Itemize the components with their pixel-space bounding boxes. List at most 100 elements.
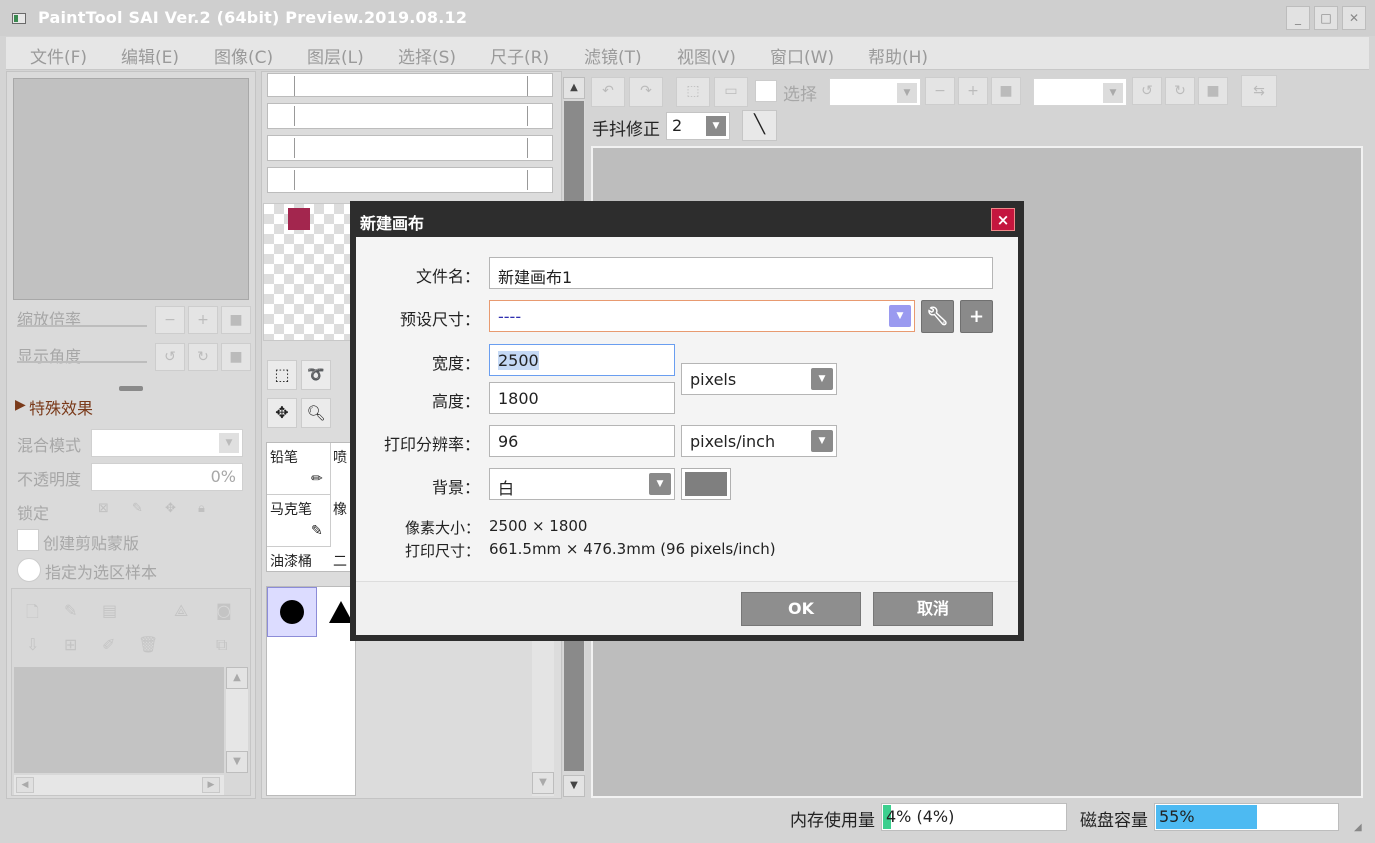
panel-scroll-up-icon[interactable]: ▲ <box>563 77 585 99</box>
transfer-down-icon[interactable]: ⇩ <box>26 635 39 654</box>
preset-select[interactable]: ---- ▼ <box>489 300 915 332</box>
new-layer-icon[interactable]: 🗋 <box>26 601 39 628</box>
undo-button[interactable]: ↶ <box>591 77 625 107</box>
rotate-right-button[interactable]: ↻ <box>188 343 218 371</box>
width-input[interactable]: 2500 <box>489 344 675 376</box>
minimize-button[interactable]: _ <box>1286 6 1310 30</box>
cancel-button[interactable]: 取消 <box>873 592 993 626</box>
expand-arrow-icon[interactable]: ▶ <box>15 397 26 413</box>
navigator-preview[interactable] <box>13 78 249 300</box>
toolbar-zoom-reset-button[interactable]: ■ <box>991 77 1021 105</box>
zoom-select[interactable]: ▼ <box>829 78 921 106</box>
rotate-reset-button[interactable]: ■ <box>221 343 251 371</box>
menu-image[interactable]: 图像(C) <box>214 43 273 68</box>
menu-file[interactable]: 文件(F) <box>30 43 87 68</box>
flip-horizontal-button[interactable]: ⇆ <box>1241 75 1277 107</box>
angle-select[interactable]: ▼ <box>1033 78 1127 106</box>
lock-move-icon[interactable]: ✥ <box>165 501 176 516</box>
menu-window[interactable]: 窗口(W) <box>770 43 834 68</box>
menu-view[interactable]: 视图(V) <box>677 43 736 68</box>
angle-slider[interactable] <box>17 361 147 363</box>
height-input[interactable]: 1800 <box>489 382 675 414</box>
layer-list-hscrollbar[interactable]: ◀ ▶ <box>14 775 224 795</box>
tool-bucket[interactable]: 油漆桶 <box>270 551 312 571</box>
dpi-unit-select[interactable]: pixels/inch ▼ <box>681 425 837 457</box>
layer-mask-icon[interactable]: ⟁ <box>174 601 188 621</box>
shape-scroll-down-icon[interactable]: ▼ <box>532 772 554 794</box>
lasso-icon[interactable]: ➰ <box>301 360 331 390</box>
deselect-button[interactable]: ⬚ <box>676 77 710 107</box>
clip-checkbox[interactable] <box>17 529 39 551</box>
blend-mode-select[interactable]: ▼ <box>91 429 243 457</box>
primary-color-swatch[interactable] <box>288 208 310 230</box>
preset-settings-button[interactable]: 🔧︎ <box>921 300 954 333</box>
menu-filter[interactable]: 滤镜(T) <box>584 43 642 68</box>
rect-select-icon[interactable]: ⬚ <box>267 360 297 390</box>
toolbar-rotate-right-button[interactable]: ↻ <box>1165 77 1195 105</box>
maximize-button[interactable]: □ <box>1314 6 1338 30</box>
ok-button[interactable]: OK <box>741 592 861 626</box>
opacity-field[interactable]: 0% <box>91 463 243 491</box>
menu-layer[interactable]: 图层(L) <box>307 43 364 68</box>
invert-select-button[interactable]: ▭ <box>714 77 748 107</box>
scroll-down-icon[interactable]: ▼ <box>226 751 248 773</box>
new-pen-layer-icon[interactable]: ✎ <box>64 601 77 620</box>
brush-shape-circle[interactable] <box>267 587 317 637</box>
scroll-right-icon[interactable]: ▶ <box>202 777 220 793</box>
stabilizer-select[interactable]: 2 ▼ <box>666 112 730 140</box>
clear-layer-icon[interactable]: ✐ <box>102 635 115 654</box>
effects-label[interactable]: 特殊效果 <box>29 395 93 419</box>
zoom-icon[interactable]: 🔍︎ <box>301 398 331 428</box>
zoom-reset-button[interactable]: ■ <box>221 306 251 334</box>
lock-all-icon[interactable]: 🔒︎ <box>198 501 205 516</box>
redo-button[interactable]: ↷ <box>629 77 663 107</box>
close-window-button[interactable]: ✕ <box>1342 6 1366 30</box>
rotate-left-button[interactable]: ↺ <box>155 343 185 371</box>
toolbar-rotate-left-button[interactable]: ↺ <box>1132 77 1162 105</box>
dpi-input[interactable]: 96 <box>489 425 675 457</box>
merge-down-icon[interactable]: ⊞ <box>64 635 77 654</box>
size-unit-select[interactable]: pixels ▼ <box>681 363 837 395</box>
scroll-left-icon[interactable]: ◀ <box>16 777 34 793</box>
tool-airbrush[interactable]: 喷 <box>333 447 347 467</box>
panel-splitter-handle[interactable] <box>119 386 143 391</box>
brush-field-3[interactable] <box>267 135 553 161</box>
lock-transparency-icon[interactable]: ⊠ <box>98 501 109 516</box>
zoom-in-button[interactable]: + <box>188 306 218 334</box>
new-folder-icon[interactable]: ▤ <box>102 601 117 620</box>
tool-pencil[interactable]: 铅笔 ✏ <box>267 443 331 495</box>
filename-input[interactable]: 新建画布1 <box>489 257 993 289</box>
menu-ruler[interactable]: 尺子(R) <box>490 43 549 68</box>
apply-mask-icon[interactable]: ◙ <box>216 601 232 620</box>
menu-help[interactable]: 帮助(H) <box>868 43 928 68</box>
line-tool-button[interactable]: ╲ <box>742 110 777 141</box>
tool-eraser[interactable]: 橡 <box>333 499 347 519</box>
toolbar-zoom-in-button[interactable]: + <box>958 77 988 105</box>
brush-field-2[interactable] <box>267 103 553 129</box>
layer-list[interactable] <box>14 667 224 773</box>
color-swatch-area[interactable] <box>263 203 359 341</box>
panel-scroll-down-icon[interactable]: ▼ <box>563 775 585 797</box>
move-icon[interactable]: ✥ <box>267 398 297 428</box>
preset-add-button[interactable]: + <box>960 300 993 333</box>
tool-binary[interactable]: 二 <box>333 551 347 571</box>
zoom-slider[interactable] <box>17 325 147 327</box>
brush-field-4[interactable] <box>267 167 553 193</box>
menu-select[interactable]: 选择(S) <box>398 43 456 68</box>
scroll-up-icon[interactable]: ▲ <box>226 667 248 689</box>
menu-edit[interactable]: 编辑(E) <box>121 43 179 68</box>
resize-grip-icon[interactable]: ◢ <box>1354 822 1362 833</box>
select-checkbox[interactable] <box>755 80 777 102</box>
layer-list-scrollbar[interactable]: ▲ ▼ <box>226 667 248 773</box>
toolbar-zoom-out-button[interactable]: − <box>925 77 955 105</box>
brush-field-1[interactable] <box>267 73 553 97</box>
background-select[interactable]: 白 ▼ <box>489 468 675 500</box>
duplicate-layer-icon[interactable]: ⧉ <box>216 635 227 655</box>
zoom-out-button[interactable]: − <box>155 306 185 334</box>
sample-radio[interactable] <box>17 558 41 582</box>
tool-marker[interactable]: 马克笔 ✎ <box>267 495 331 547</box>
toolbar-rotate-reset-button[interactable]: ■ <box>1198 77 1228 105</box>
dialog-close-icon[interactable]: × <box>991 208 1015 231</box>
background-color-swatch[interactable] <box>681 468 731 500</box>
brush-shape-scrollbar[interactable]: ▼ <box>532 632 554 796</box>
